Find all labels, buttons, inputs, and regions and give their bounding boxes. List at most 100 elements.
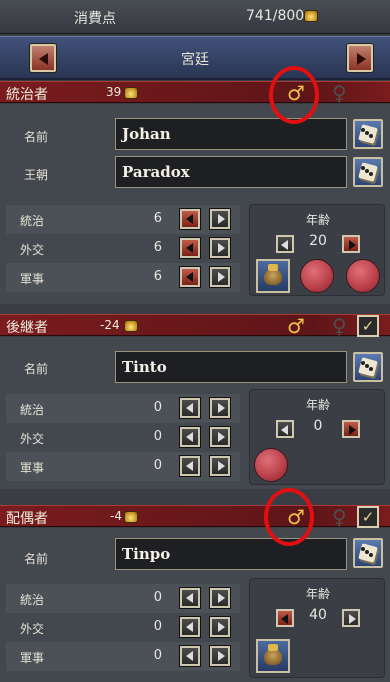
dynasty-label: 王朝 bbox=[24, 168, 49, 182]
crown-icon bbox=[124, 511, 138, 523]
stat-row-adm: 統治 6 bbox=[6, 205, 240, 234]
consort-cost: -4 bbox=[110, 509, 122, 523]
stat-row-dip: 外交 0 bbox=[6, 423, 240, 452]
age-value: 0 bbox=[313, 418, 323, 434]
consort-panel: 名前 Tinpo 統治 0 外交 0 軍事 0 年齢 40 bbox=[0, 528, 390, 682]
court-tab-bar: 宮廷 bbox=[0, 36, 390, 80]
increase-button[interactable] bbox=[210, 427, 230, 447]
stat-value: 0 bbox=[153, 619, 162, 634]
decrease-button[interactable] bbox=[180, 427, 200, 447]
decrease-button[interactable] bbox=[180, 398, 200, 418]
decrease-age-button[interactable] bbox=[276, 235, 294, 253]
cost-label: 消費点 bbox=[74, 11, 116, 27]
randomize-name-dice-icon[interactable] bbox=[353, 538, 383, 568]
increase-age-button[interactable] bbox=[342, 235, 360, 253]
decrease-button[interactable] bbox=[180, 456, 200, 476]
decrease-button[interactable] bbox=[180, 209, 200, 229]
ruler-panel: 名前 Johan 王朝 Paradox 統治 6 外交 6 軍事 6 年齢 20 bbox=[0, 104, 390, 304]
cost-value: 741/800 bbox=[246, 8, 305, 24]
stat-value: 6 bbox=[153, 240, 162, 255]
increase-button[interactable] bbox=[210, 209, 230, 229]
name-label: 名前 bbox=[24, 130, 49, 144]
decrease-button[interactable] bbox=[180, 588, 200, 608]
stat-row-mil: 軍事 0 bbox=[6, 452, 240, 481]
consort-portrait-button[interactable] bbox=[256, 639, 290, 673]
female-icon[interactable]: ♀ bbox=[332, 83, 347, 103]
age-box: 年齢 0 bbox=[249, 389, 385, 485]
age-label: 年齢 bbox=[305, 587, 330, 601]
stat-row-mil: 軍事 0 bbox=[6, 642, 240, 671]
consort-header: 配偶者 -4 ♂ ♀ ✓ bbox=[0, 505, 390, 528]
stat-label: 軍事 bbox=[20, 272, 45, 286]
randomize-name-dice-icon[interactable] bbox=[353, 352, 383, 382]
decrease-age-button[interactable] bbox=[276, 420, 294, 438]
ruler-name-field[interactable]: Johan bbox=[115, 118, 347, 150]
stat-value: 0 bbox=[153, 590, 162, 605]
increase-button[interactable] bbox=[210, 398, 230, 418]
increase-age-button[interactable] bbox=[342, 609, 360, 627]
trait-slot[interactable] bbox=[254, 448, 288, 482]
cost-bar: 消費点 741/800 bbox=[0, 0, 390, 34]
highlight-circle bbox=[269, 66, 319, 124]
stat-value: 0 bbox=[153, 429, 162, 444]
heir-cost: -24 bbox=[100, 318, 120, 332]
randomize-dynasty-dice-icon[interactable] bbox=[353, 157, 383, 187]
consort-enable-checkbox[interactable]: ✓ bbox=[357, 506, 379, 528]
stat-value: 6 bbox=[153, 211, 162, 226]
increase-button[interactable] bbox=[210, 646, 230, 666]
age-value: 40 bbox=[309, 607, 327, 623]
female-icon[interactable]: ♀ bbox=[332, 507, 347, 527]
stat-value: 0 bbox=[153, 458, 162, 473]
age-box: 年齢 20 bbox=[249, 204, 385, 296]
stat-row-adm: 統治 0 bbox=[6, 394, 240, 423]
female-icon[interactable]: ♀ bbox=[332, 316, 347, 336]
heir-header: 後継者 -24 ♂ ♀ ✓ bbox=[0, 314, 390, 337]
ruler-dynasty-field[interactable]: Paradox bbox=[115, 156, 347, 188]
increase-button[interactable] bbox=[210, 588, 230, 608]
ruler-cost: 39 bbox=[106, 85, 122, 99]
age-label: 年齢 bbox=[305, 398, 330, 412]
increase-button[interactable] bbox=[210, 617, 230, 637]
stat-value: 6 bbox=[153, 269, 162, 284]
stat-value: 0 bbox=[153, 648, 162, 663]
heir-name-field[interactable]: Tinto bbox=[115, 351, 347, 383]
age-label: 年齢 bbox=[305, 213, 330, 227]
next-tab-button[interactable] bbox=[347, 44, 373, 72]
heir-enable-checkbox[interactable]: ✓ bbox=[357, 315, 379, 337]
stat-label: 外交 bbox=[20, 432, 45, 446]
ruler-title: 統治者 bbox=[6, 87, 48, 103]
stat-label: 軍事 bbox=[20, 461, 45, 475]
consort-title: 配偶者 bbox=[6, 511, 48, 527]
crown-icon bbox=[124, 320, 138, 332]
heir-title: 後継者 bbox=[6, 320, 48, 336]
tab-title: 宮廷 bbox=[181, 52, 209, 68]
highlight-circle bbox=[264, 488, 314, 546]
increase-button[interactable] bbox=[210, 456, 230, 476]
name-label: 名前 bbox=[24, 362, 49, 376]
decrease-button[interactable] bbox=[180, 267, 200, 287]
stat-label: 統治 bbox=[20, 214, 45, 228]
stat-label: 外交 bbox=[20, 622, 45, 636]
ruler-portrait-button[interactable] bbox=[256, 259, 290, 293]
increase-button[interactable] bbox=[210, 238, 230, 258]
decrease-button[interactable] bbox=[180, 646, 200, 666]
stat-row-mil: 軍事 6 bbox=[6, 263, 240, 292]
trait-slot[interactable] bbox=[300, 259, 334, 293]
heir-panel: 名前 Tinto 統治 0 外交 0 軍事 0 年齢 0 bbox=[0, 337, 390, 489]
decrease-button[interactable] bbox=[180, 617, 200, 637]
stat-row-adm: 統治 0 bbox=[6, 584, 240, 613]
trait-slot[interactable] bbox=[346, 259, 380, 293]
stat-label: 統治 bbox=[20, 593, 45, 607]
crown-icon bbox=[124, 87, 138, 99]
increase-button[interactable] bbox=[210, 267, 230, 287]
consort-name-field[interactable]: Tinpo bbox=[115, 538, 347, 570]
male-icon[interactable]: ♂ bbox=[287, 316, 305, 336]
stat-label: 外交 bbox=[20, 243, 45, 257]
decrease-button[interactable] bbox=[180, 238, 200, 258]
randomize-name-dice-icon[interactable] bbox=[353, 119, 383, 149]
crown-icon bbox=[304, 10, 318, 22]
stat-row-dip: 外交 0 bbox=[6, 613, 240, 642]
decrease-age-button[interactable] bbox=[276, 609, 294, 627]
stat-row-dip: 外交 6 bbox=[6, 234, 240, 263]
increase-age-button[interactable] bbox=[342, 420, 360, 438]
